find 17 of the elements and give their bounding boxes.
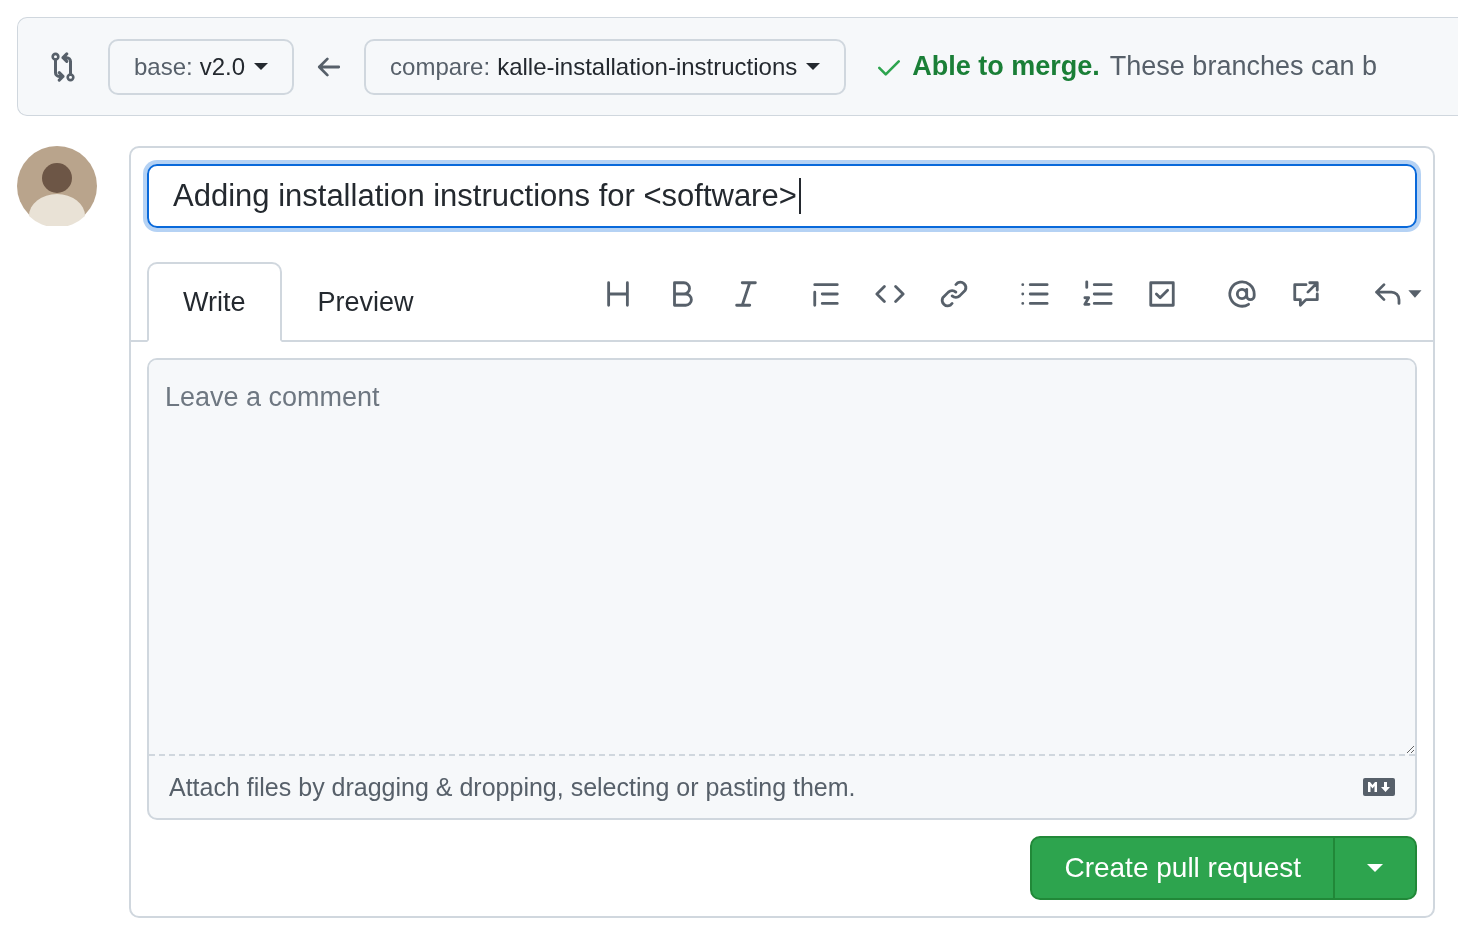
task-list-icon[interactable] bbox=[1147, 279, 1177, 309]
link-icon[interactable] bbox=[939, 279, 969, 309]
merge-status-title: Able to merge. bbox=[912, 51, 1100, 82]
editor-tab[interactable]: Write bbox=[147, 262, 282, 342]
mention-icon[interactable] bbox=[1227, 279, 1257, 309]
markdown-icon bbox=[1363, 778, 1395, 796]
cross-reference-icon[interactable] bbox=[1291, 279, 1321, 309]
compare-branch-button[interactable]: compare: kalle-installation-instructions bbox=[364, 38, 847, 95]
attach-files-hint: Attach files by dragging & dropping, selecting or pasting them. bbox=[169, 772, 856, 802]
numbered-list-icon[interactable] bbox=[1083, 279, 1113, 309]
caret-icon bbox=[806, 63, 821, 70]
base-branch-button[interactable]: base: v2.0 bbox=[108, 38, 295, 95]
caret-icon bbox=[254, 63, 269, 70]
editor-tab[interactable]: Preview bbox=[281, 262, 450, 342]
merge-status-message: These branches can b bbox=[1109, 51, 1377, 82]
compare-icon bbox=[48, 51, 78, 82]
comment-field[interactable]: Leave a comment Attach files by dragging & dropping, selecting or pasting them. bbox=[147, 358, 1417, 820]
